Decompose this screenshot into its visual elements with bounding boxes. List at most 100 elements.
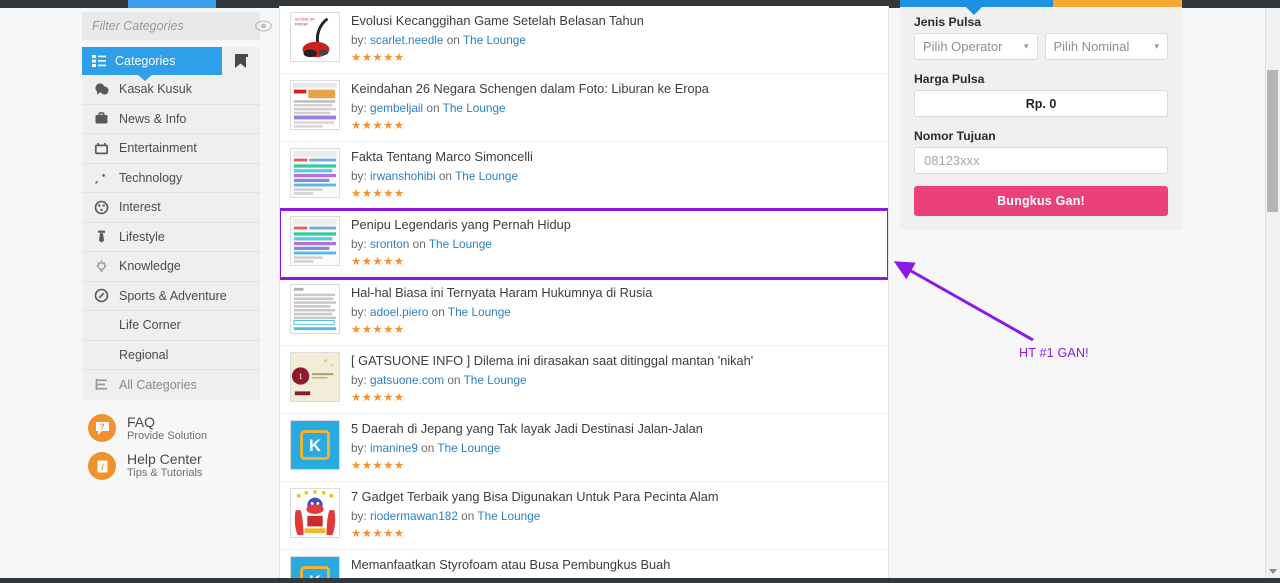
pulsa-tabs xyxy=(900,0,1182,15)
thread-thumbnail[interactable]: 1 xyxy=(290,352,340,402)
thread-title[interactable]: 7 Gadget Terbaik yang Bisa Digunakan Unt… xyxy=(351,489,880,505)
thread-forum-link[interactable]: The Lounge xyxy=(437,441,500,455)
thread-forum-link[interactable]: The Lounge xyxy=(463,33,526,47)
thread-forum-link[interactable]: The Lounge xyxy=(464,373,527,387)
nominal-select[interactable]: Pilih Nominal ▾ xyxy=(1044,33,1168,60)
thread-title[interactable]: Memanfaatkan Styrofoam atau Busa Pembung… xyxy=(351,557,880,573)
categories-header[interactable]: Categories xyxy=(82,47,222,75)
chat-icon xyxy=(94,83,108,95)
thread-title[interactable]: [ GATSUONE INFO ] Dilema ini dirasakan s… xyxy=(351,353,880,369)
sidebar-item-regional[interactable]: Regional xyxy=(82,341,260,370)
map-pin-icon xyxy=(99,351,103,355)
thread-on-word: on xyxy=(417,440,438,455)
thread-author-link[interactable]: irwanshohibi xyxy=(370,169,436,183)
thread-forum-link[interactable]: The Lounge xyxy=(443,101,506,115)
thread-thumbnail[interactable]: K xyxy=(290,556,340,578)
scrollbar-down-arrow-icon[interactable] xyxy=(1269,569,1277,574)
thread-author-link[interactable]: imanine9 xyxy=(370,441,418,455)
pulsa-tab-inactive[interactable] xyxy=(1053,0,1182,7)
thread-thumbnail[interactable] xyxy=(290,488,340,538)
sidebar-item-categories[interactable]: Categories xyxy=(82,47,260,81)
sidebar-item-label: Interest xyxy=(119,200,161,215)
pulsa-tab-active[interactable] xyxy=(900,0,1053,15)
svg-text:K: K xyxy=(309,437,321,455)
bungkus-gan-button[interactable]: Bungkus Gan! xyxy=(914,186,1168,216)
thread-forum-link[interactable]: The Lounge xyxy=(429,237,492,251)
thread-on-word: on xyxy=(443,32,463,47)
thread-item[interactable]: SCORE UP FRIDAY Evolusi Kecanggihan Game S… xyxy=(280,6,888,74)
active-caret-icon xyxy=(138,75,152,81)
thread-item[interactable]: Fakta Tentang Marco Simoncelli by: irwans… xyxy=(280,142,888,210)
thread-body: 7 Gadget Terbaik yang Bisa Digunakan Unt… xyxy=(351,488,880,543)
faq-link[interactable]: ? FAQ Provide Solution xyxy=(88,414,260,444)
pulsa-widget: Jenis Pulsa Pilih Operator ▾ Pilih Nomin… xyxy=(900,0,1182,230)
thread-forum-link[interactable]: The Lounge xyxy=(477,509,540,523)
thread-thumbnail[interactable] xyxy=(290,216,340,266)
thread-author-link[interactable]: gatsuone.com xyxy=(370,373,444,387)
category-list: Categories Kasak Kusuk News & Info Enterta… xyxy=(82,47,260,400)
sidebar-item-label: Lifestyle xyxy=(119,229,165,244)
apple-icon xyxy=(93,318,109,333)
thread-by-prefix: by: xyxy=(351,440,371,455)
eye-icon[interactable] xyxy=(255,20,272,32)
thread-author-link[interactable]: adoel.piero xyxy=(370,305,428,319)
sidebar-item-all-categories[interactable]: All Categories xyxy=(82,370,260,400)
thread-title[interactable]: Fakta Tentang Marco Simoncelli xyxy=(351,149,880,165)
rocket-icon xyxy=(94,174,105,185)
sidebar-item-label: Sports & Adventure xyxy=(119,288,227,303)
thread-meta: by: scarlet.needle on The Lounge xyxy=(351,33,880,47)
thread-thumbnail[interactable]: SCORE UP FRIDAY xyxy=(290,12,340,62)
scrollbar-thumb[interactable] xyxy=(1267,70,1278,212)
browser-bottom-bar xyxy=(0,578,1280,583)
thread-thumbnail[interactable] xyxy=(290,148,340,198)
harga-pulsa-label: Harga Pulsa xyxy=(914,72,985,86)
page-root: Categories Kasak Kusuk News & Info Enterta… xyxy=(0,0,1280,583)
thread-title[interactable]: 5 Daerah di Jepang yang Tak layak Jadi D… xyxy=(351,421,880,437)
nomor-tujuan-input[interactable]: 08123xxx xyxy=(914,147,1168,174)
thread-author-link[interactable]: sronton xyxy=(370,237,409,251)
thread-author-link[interactable]: gembeljail xyxy=(370,101,423,115)
thread-author-link[interactable]: scarlet.needle xyxy=(370,33,443,47)
sidebar-item-life-corner[interactable]: Life Corner xyxy=(82,311,260,341)
tree-list-icon xyxy=(93,377,109,392)
thread-rating-stars: ★★★★★ xyxy=(351,255,405,268)
bookmark-button[interactable] xyxy=(222,47,260,75)
thread-thumbnail[interactable] xyxy=(290,284,340,334)
sidebar-item-lifestyle[interactable]: Lifestyle xyxy=(82,223,260,252)
sidebar-item-kasak-kusuk[interactable]: Kasak Kusuk xyxy=(82,75,260,105)
thread-item-highlighted[interactable]: Penipu Legendaris yang Pernah Hidup by: s… xyxy=(280,208,888,280)
thread-thumbnail[interactable]: K xyxy=(290,420,340,470)
thread-item[interactable]: 1 [ GATSUONE INFO ] Dilema ini dirasakan … xyxy=(280,346,888,414)
thread-on-word: on xyxy=(457,508,478,523)
thread-item[interactable]: Keindahan 26 Negara Schengen dalam Foto:… xyxy=(280,74,888,142)
thread-meta: by: gembeljail on The Lounge xyxy=(351,101,880,115)
thread-thumbnail[interactable] xyxy=(290,80,340,130)
browser-active-tab[interactable] xyxy=(128,0,216,8)
thread-item[interactable]: Hal-hal Biasa ini Ternyata Haram Hukumny… xyxy=(280,278,888,346)
sidebar-item-sports-adventure[interactable]: Sports & Adventure xyxy=(82,282,260,311)
question-bubble-icon: ? xyxy=(88,414,116,443)
thread-title[interactable]: Keindahan 26 Negara Schengen dalam Foto:… xyxy=(351,81,880,97)
thread-author-link[interactable]: riodermawan182 xyxy=(370,509,458,523)
page-scrollbar[interactable] xyxy=(1265,8,1280,578)
filter-categories-input[interactable] xyxy=(92,19,255,33)
thread-title[interactable]: Evolusi Kecanggihan Game Setelah Belasan… xyxy=(351,13,880,29)
sidebar-item-news-info[interactable]: News & Info xyxy=(82,105,260,134)
thread-forum-link[interactable]: The Lounge xyxy=(455,169,518,183)
sidebar-item-interest[interactable]: Interest xyxy=(82,193,260,223)
filter-categories-box[interactable] xyxy=(82,12,272,40)
category-sidebar: Categories Kasak Kusuk News & Info Enterta… xyxy=(82,12,272,489)
thread-item[interactable]: K 5 Daerah di Jepang yang Tak layak Jadi … xyxy=(280,414,888,482)
help-center-link[interactable]: i Help Center Tips & Tutorials xyxy=(88,451,260,481)
operator-select[interactable]: Pilih Operator ▾ xyxy=(914,33,1038,60)
thread-item[interactable]: 7 Gadget Terbaik yang Bisa Digunakan Unt… xyxy=(280,482,888,550)
thread-title[interactable]: Penipu Legendaris yang Pernah Hidup xyxy=(351,217,880,233)
lightbulb-icon xyxy=(96,259,106,272)
thread-item[interactable]: K Memanfaatkan Styrofoam atau Busa Pembun… xyxy=(280,550,888,578)
thread-forum-link[interactable]: The Lounge xyxy=(448,305,511,319)
thread-by-prefix: by: xyxy=(351,168,371,183)
sidebar-item-technology[interactable]: Technology xyxy=(82,164,260,193)
sidebar-item-knowledge[interactable]: Knowledge xyxy=(82,252,260,282)
thread-title[interactable]: Hal-hal Biasa ini Ternyata Haram Hukumny… xyxy=(351,285,880,301)
sidebar-item-entertainment[interactable]: Entertainment xyxy=(82,134,260,164)
